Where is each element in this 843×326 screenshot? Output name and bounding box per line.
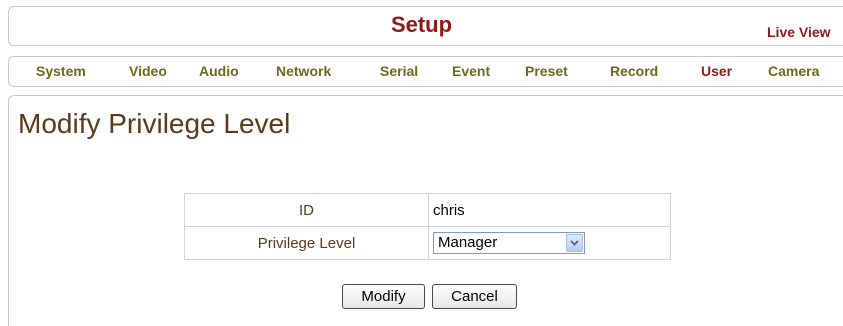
nav-item-record[interactable]: Record bbox=[610, 63, 658, 79]
nav-item-network[interactable]: Network bbox=[276, 63, 331, 79]
privilege-form-table: ID chris Privilege Level Manager bbox=[184, 193, 671, 260]
nav-item-event[interactable]: Event bbox=[452, 63, 490, 79]
privilege-level-selected: Manager bbox=[438, 234, 498, 251]
chevron-down-icon[interactable] bbox=[566, 234, 583, 252]
nav-item-serial[interactable]: Serial bbox=[380, 63, 418, 79]
nav-item-camera[interactable]: Camera bbox=[768, 63, 819, 79]
nav-item-audio[interactable]: Audio bbox=[199, 63, 239, 79]
id-value: chris bbox=[428, 193, 671, 227]
page-title: Setup bbox=[390, 12, 453, 37]
privilege-level-select[interactable]: Manager bbox=[433, 232, 585, 254]
nav-item-user[interactable]: User bbox=[701, 63, 732, 79]
nav-item-preset[interactable]: Preset bbox=[525, 63, 568, 79]
cancel-button[interactable]: Cancel bbox=[432, 284, 517, 309]
privilege-level-cell: Manager bbox=[428, 226, 671, 260]
id-label: ID bbox=[184, 193, 429, 227]
page-heading: Modify Privilege Level bbox=[18, 108, 291, 139]
setup-page: Setup Live View System Video Audio Netwo… bbox=[0, 0, 843, 326]
chevron-down-glyph bbox=[570, 240, 579, 246]
table-row-privilege: Privilege Level Manager bbox=[184, 226, 671, 260]
nav-item-system[interactable]: System bbox=[36, 63, 86, 79]
live-view-link[interactable]: Live View bbox=[767, 24, 831, 40]
modify-button[interactable]: Modify bbox=[342, 284, 425, 309]
nav-item-video[interactable]: Video bbox=[129, 63, 167, 79]
table-row-id: ID chris bbox=[184, 193, 671, 227]
privilege-level-label: Privilege Level bbox=[184, 226, 429, 260]
